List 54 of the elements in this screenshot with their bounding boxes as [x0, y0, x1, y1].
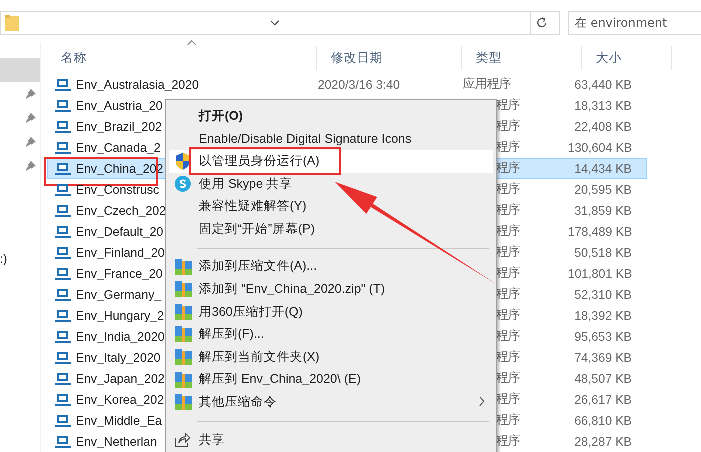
file-size: 48,507 KB: [574, 372, 632, 386]
file-size: 20,595 KB: [574, 182, 632, 196]
file-type: 程序: [496, 371, 520, 385]
file-name: Env_Austria_20: [76, 98, 163, 112]
file-size: 18,392 KB: [574, 308, 632, 322]
file-name: Env_Canada_2: [76, 140, 161, 154]
file-type: 程序: [496, 140, 520, 154]
file-type: 程序: [496, 287, 520, 301]
file-name: Env_Netherlan: [76, 434, 158, 448]
file-name: Env_Czech_202: [76, 204, 166, 218]
file-type: 程序: [496, 308, 520, 322]
file-type: 程序: [496, 182, 520, 196]
file-name: Env_Korea_202: [76, 392, 164, 406]
file-type: 程序: [496, 350, 520, 364]
file-size: 130,604 KB: [568, 140, 632, 154]
file-type: 程序: [496, 203, 520, 217]
file-name: Env_Germany_: [76, 288, 162, 302]
file-name: Env_India_2020: [76, 330, 165, 344]
file-size: 14,434 KB: [574, 162, 632, 176]
file-type: 程序: [496, 119, 520, 133]
file-name: Env_Brazil_202: [76, 120, 162, 134]
file-size: 18,313 KB: [574, 98, 632, 112]
file-size: 101,801 KB: [568, 266, 632, 280]
file-size: 74,369 KB: [574, 350, 632, 364]
file-size: 31,859 KB: [574, 204, 632, 218]
file-name: Env_Japan_202: [76, 372, 165, 386]
file-name: Env_Middle_Ea: [76, 414, 162, 428]
file-type: 程序: [496, 434, 520, 448]
file-type: 应用程序: [463, 77, 511, 91]
file-size: 26,617 KB: [574, 392, 632, 406]
file-name: Env_Construsc: [76, 182, 160, 196]
file-type: 程序: [496, 161, 520, 175]
file-type: 程序: [496, 329, 520, 343]
file-type: 程序: [496, 392, 520, 406]
file-name: Env_Italy_2020: [76, 350, 161, 364]
file-size: 22,408 KB: [574, 120, 632, 134]
file-name: Env_Hungary_2: [76, 308, 164, 322]
file-name: Env_Australasia_2020: [76, 78, 200, 92]
file-size: 50,518 KB: [574, 246, 632, 260]
file-date: 2020/3/16 3:40: [318, 78, 400, 92]
file-size: 95,653 KB: [574, 330, 632, 344]
file-size: 63,440 KB: [574, 78, 632, 92]
file-size: 28,287 KB: [574, 434, 632, 448]
file-name: Env_Finland_20: [76, 246, 165, 260]
file-type: 程序: [496, 224, 520, 238]
file-size: 178,489 KB: [568, 224, 632, 238]
file-name: Env_Default_20: [76, 224, 164, 238]
file-type: 程序: [496, 413, 520, 427]
file-size: 52,310 KB: [574, 288, 632, 302]
file-type: 程序: [496, 98, 520, 112]
file-type: 程序: [496, 266, 520, 280]
file-size: 66,810 KB: [574, 414, 632, 428]
file-name: Env_France_20: [76, 266, 163, 280]
file-type: 程序: [496, 245, 520, 259]
